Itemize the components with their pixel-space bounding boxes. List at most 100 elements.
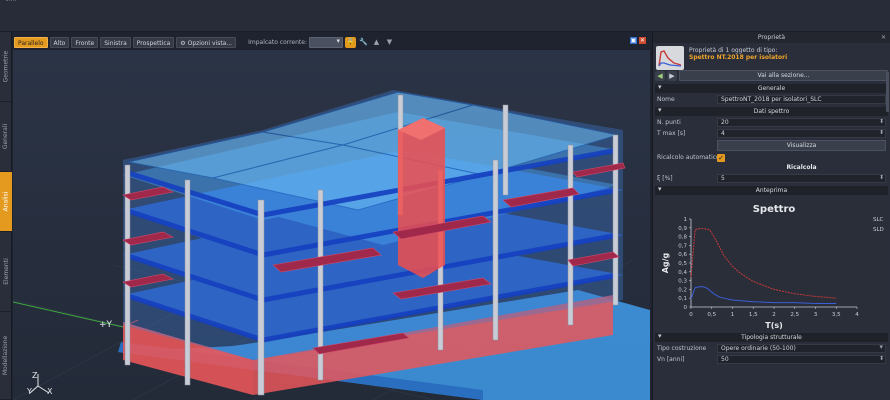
- view-front-button[interactable]: Fronte: [71, 36, 99, 48]
- y-gizmo-label: Y: [27, 387, 32, 396]
- construction-row: Tipo costruzione Opere ordinarie (50-100): [653, 343, 890, 354]
- y-tick-label: 1: [684, 217, 688, 223]
- title-bar: [0, 0, 890, 32]
- y-tick-label: 0,9: [678, 226, 687, 232]
- object-summary: Proprietà di 1 oggetto di tipo: Spettro …: [653, 43, 890, 70]
- view-top-button[interactable]: Alto: [49, 36, 70, 48]
- section-structural-type[interactable]: Tipologia strutturale: [655, 332, 888, 342]
- vn-label: Vn [anni]: [657, 356, 685, 363]
- panel-title: Proprietà ✕: [653, 32, 890, 43]
- close-view-icon[interactable]: ✕: [639, 37, 646, 44]
- section-spectrum-data[interactable]: Dati spettro: [655, 106, 888, 116]
- current-floor-select[interactable]: [309, 36, 343, 48]
- properties-panel: Proprietà ✕ Proprietà di 1 oggetto di tip…: [652, 32, 890, 400]
- tab-analisi[interactable]: Analisi: [0, 172, 12, 232]
- x-tick-label: 3,5: [832, 312, 841, 318]
- x-axis-label: X: [47, 387, 53, 396]
- view-parallel-button[interactable]: Parallelo: [14, 36, 48, 48]
- name-field[interactable]: SpettroNT_2018 per isolatori_SLC: [717, 95, 886, 104]
- tab-label: Geometrie: [2, 50, 10, 83]
- object-count-text: Proprietà di 1 oggetto di tipo:: [689, 47, 778, 54]
- x-tick-label: 1: [731, 312, 735, 318]
- construction-label: Tipo costruzione: [657, 345, 707, 352]
- name-label: Nome: [657, 96, 675, 103]
- x-tick-label: 4: [855, 312, 859, 318]
- options-icon: ⚙: [180, 39, 188, 47]
- x-tick-label: 0: [689, 312, 693, 318]
- left-tab-bar: Geometrie Generali Analisi Elementi Mode…: [0, 32, 12, 400]
- view-toolbar: Parallelo Alto Fronte Sinistra Prospetti…: [12, 35, 652, 49]
- visualize-button[interactable]: Visualizza: [717, 140, 886, 151]
- x-axis-title: T(s): [765, 321, 783, 330]
- autocalc-checkbox[interactable]: ✓: [717, 153, 725, 162]
- y-tick-label: 0,1: [678, 296, 687, 302]
- tab-label: Modellazione: [2, 335, 10, 376]
- z-axis-label: Z: [32, 371, 38, 380]
- close-panel-icon[interactable]: ✕: [881, 32, 886, 43]
- tab-geometrie[interactable]: Geometrie: [0, 32, 12, 102]
- spectrum-preview-chart: Spettro 0 0,1 0,2 0,3 0,4 0,5 0,6 0,7 0,8 0,9 1 0 0,5…: [657, 199, 887, 331]
- xi-label: ξ [%]: [657, 175, 673, 182]
- npoints-row: N. punti 20: [653, 117, 890, 128]
- recalc-button[interactable]: Ricalcola: [653, 163, 890, 173]
- vn-field[interactable]: 50: [717, 355, 886, 364]
- legend-entry-slc: SLC: [873, 217, 884, 223]
- tab-label: Generali: [2, 123, 10, 150]
- view-perspective-button[interactable]: Prospettica: [132, 36, 175, 48]
- view-options-button[interactable]: ⚙ Opzioni vista...: [176, 36, 237, 48]
- x-tick-label: 3: [814, 312, 818, 318]
- grip-handle[interactable]: [6, 0, 16, 2]
- viewport-corner-buttons: ▣ ✕: [630, 37, 646, 44]
- xi-row: ξ [%] 5: [653, 173, 890, 184]
- tab-generali[interactable]: Generali: [0, 102, 12, 172]
- legend-entry-sld: SLD: [873, 227, 884, 233]
- y-tick-label: 0,5: [678, 261, 687, 267]
- current-floor-label: Impalcato corrente:: [248, 38, 307, 46]
- autocalc-row: Ricalcolo automatico ✓: [653, 152, 890, 163]
- back-arrow-icon[interactable]: ◀: [655, 70, 665, 81]
- x-tick-label: 2,5: [790, 312, 799, 318]
- tab-label: Analisi: [2, 191, 10, 212]
- autocalc-label: Ricalcolo automatico: [657, 154, 717, 161]
- npoints-label: N. punti: [657, 119, 681, 126]
- y-tick-label: 0,6: [678, 252, 687, 258]
- building-model: [13, 50, 650, 400]
- wrench-icon[interactable]: 🔧: [358, 37, 369, 48]
- x-tick-label: 1,5: [749, 312, 758, 318]
- visualize-row: Visualizza: [653, 139, 890, 152]
- construction-select[interactable]: Opere ordinarie (50-100): [717, 344, 886, 353]
- tmax-label: T max [s]: [657, 130, 686, 137]
- x-tick-label: 2: [772, 312, 776, 318]
- arrow-up-icon[interactable]: ▲: [371, 37, 382, 48]
- arrow-down-icon[interactable]: ▼: [384, 37, 395, 48]
- goto-section-button[interactable]: Vai alla sezione...: [679, 70, 888, 81]
- xi-field[interactable]: 5: [717, 174, 886, 183]
- maximize-icon[interactable]: ▣: [630, 37, 637, 44]
- x-tick-label: 0,5: [707, 312, 716, 318]
- section-preview[interactable]: Anteprima: [655, 185, 888, 195]
- forward-arrow-icon[interactable]: ▶: [667, 70, 677, 81]
- app-window: Geometrie Generali Analisi Elementi Mode…: [0, 0, 890, 400]
- panel-title-text: Proprietà: [757, 34, 786, 41]
- lock-icon[interactable]: 🔒: [345, 36, 356, 48]
- tab-label: Elementi: [2, 258, 10, 285]
- 3d-viewport[interactable]: +Y Z Y X: [13, 50, 650, 400]
- options-label: Opzioni vista...: [187, 39, 233, 47]
- tab-modellazione[interactable]: Modellazione: [0, 312, 12, 400]
- section-general[interactable]: Generale: [655, 83, 888, 93]
- y-axis-label: +Y: [99, 320, 113, 330]
- tab-elementi[interactable]: Elementi: [0, 232, 12, 312]
- tmax-field[interactable]: 4: [717, 129, 886, 138]
- y-tick-label: 0,3: [678, 279, 687, 285]
- spectrum-thumbnail-icon: [656, 46, 684, 70]
- vn-row: Vn [anni] 50: [653, 354, 890, 365]
- y-tick-label: 0: [684, 305, 688, 311]
- section-nav: ◀ ▶ Vai alla sezione...: [653, 69, 890, 82]
- y-axis-title: Ag/g: [661, 252, 670, 273]
- y-tick-label: 0,4: [678, 270, 687, 276]
- view-left-button[interactable]: Sinistra: [100, 36, 131, 48]
- chart-title: Spettro: [753, 204, 796, 215]
- y-tick-label: 0,2: [678, 287, 687, 293]
- panel-scrollbar[interactable]: [886, 72, 889, 112]
- npoints-field[interactable]: 20: [717, 118, 886, 127]
